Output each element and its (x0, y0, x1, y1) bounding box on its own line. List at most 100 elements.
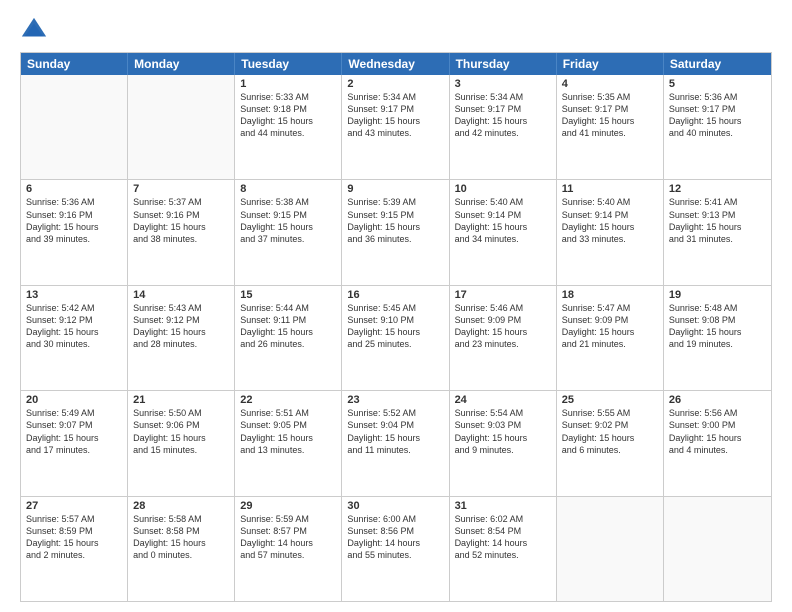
cell-line: Daylight: 15 hours (455, 115, 551, 127)
cell-line: Sunset: 9:09 PM (455, 314, 551, 326)
day-cell-15: 15Sunrise: 5:44 AMSunset: 9:11 PMDayligh… (235, 286, 342, 390)
cell-line: Daylight: 15 hours (455, 221, 551, 233)
day-number: 3 (455, 78, 551, 90)
day-number: 11 (562, 183, 658, 195)
logo (20, 16, 52, 44)
cell-line: Daylight: 14 hours (240, 537, 336, 549)
day-cell-2: 2Sunrise: 5:34 AMSunset: 9:17 PMDaylight… (342, 75, 449, 179)
cell-line: and 40 minutes. (669, 127, 766, 139)
cell-line: Sunrise: 5:45 AM (347, 302, 443, 314)
cell-line: Sunset: 9:17 PM (669, 103, 766, 115)
cell-line: Sunrise: 5:36 AM (669, 91, 766, 103)
day-cell-19: 19Sunrise: 5:48 AMSunset: 9:08 PMDayligh… (664, 286, 771, 390)
cell-line: and 34 minutes. (455, 233, 551, 245)
day-number: 26 (669, 394, 766, 406)
cell-line: Sunset: 8:54 PM (455, 525, 551, 537)
cell-line: Sunset: 9:08 PM (669, 314, 766, 326)
calendar-row-4: 27Sunrise: 5:57 AMSunset: 8:59 PMDayligh… (21, 496, 771, 601)
cell-line: Daylight: 15 hours (240, 326, 336, 338)
day-cell-5: 5Sunrise: 5:36 AMSunset: 9:17 PMDaylight… (664, 75, 771, 179)
day-number: 8 (240, 183, 336, 195)
cell-line: and 55 minutes. (347, 549, 443, 561)
day-cell-3: 3Sunrise: 5:34 AMSunset: 9:17 PMDaylight… (450, 75, 557, 179)
cell-line: and 57 minutes. (240, 549, 336, 561)
cell-line: Sunrise: 5:54 AM (455, 407, 551, 419)
cell-line: Sunset: 9:12 PM (133, 314, 229, 326)
header-day-wednesday: Wednesday (342, 53, 449, 75)
cell-line: Sunrise: 6:02 AM (455, 513, 551, 525)
empty-cell-0-0 (21, 75, 128, 179)
header-day-monday: Monday (128, 53, 235, 75)
cell-line: and 2 minutes. (26, 549, 122, 561)
cell-line: Sunset: 9:06 PM (133, 419, 229, 431)
cell-line: Sunset: 9:12 PM (26, 314, 122, 326)
cell-line: Sunset: 9:02 PM (562, 419, 658, 431)
cell-line: Daylight: 15 hours (562, 221, 658, 233)
day-cell-17: 17Sunrise: 5:46 AMSunset: 9:09 PMDayligh… (450, 286, 557, 390)
logo-icon (20, 16, 48, 44)
day-number: 9 (347, 183, 443, 195)
day-number: 27 (26, 500, 122, 512)
cell-line: Sunset: 9:00 PM (669, 419, 766, 431)
cell-line: Daylight: 15 hours (669, 432, 766, 444)
day-number: 14 (133, 289, 229, 301)
day-number: 6 (26, 183, 122, 195)
cell-line: Sunrise: 5:49 AM (26, 407, 122, 419)
day-number: 17 (455, 289, 551, 301)
day-number: 4 (562, 78, 658, 90)
cell-line: Sunrise: 5:58 AM (133, 513, 229, 525)
cell-line: Sunrise: 5:33 AM (240, 91, 336, 103)
day-cell-16: 16Sunrise: 5:45 AMSunset: 9:10 PMDayligh… (342, 286, 449, 390)
cell-line: Sunrise: 6:00 AM (347, 513, 443, 525)
cell-line: Sunrise: 5:50 AM (133, 407, 229, 419)
cell-line: Daylight: 15 hours (347, 432, 443, 444)
day-cell-1: 1Sunrise: 5:33 AMSunset: 9:18 PMDaylight… (235, 75, 342, 179)
cell-line: Sunset: 9:03 PM (455, 419, 551, 431)
cell-line: Sunset: 9:05 PM (240, 419, 336, 431)
day-number: 21 (133, 394, 229, 406)
cell-line: Daylight: 15 hours (26, 221, 122, 233)
cell-line: Sunrise: 5:46 AM (455, 302, 551, 314)
cell-line: Daylight: 15 hours (347, 115, 443, 127)
cell-line: Sunset: 9:07 PM (26, 419, 122, 431)
cell-line: Sunrise: 5:34 AM (347, 91, 443, 103)
day-cell-24: 24Sunrise: 5:54 AMSunset: 9:03 PMDayligh… (450, 391, 557, 495)
cell-line: Sunrise: 5:52 AM (347, 407, 443, 419)
cell-line: Sunset: 9:17 PM (347, 103, 443, 115)
day-cell-11: 11Sunrise: 5:40 AMSunset: 9:14 PMDayligh… (557, 180, 664, 284)
cell-line: Daylight: 14 hours (455, 537, 551, 549)
cell-line: and 13 minutes. (240, 444, 336, 456)
cell-line: Sunset: 9:14 PM (562, 209, 658, 221)
day-cell-9: 9Sunrise: 5:39 AMSunset: 9:15 PMDaylight… (342, 180, 449, 284)
cell-line: and 38 minutes. (133, 233, 229, 245)
cell-line: Sunset: 9:16 PM (133, 209, 229, 221)
calendar-body: 1Sunrise: 5:33 AMSunset: 9:18 PMDaylight… (21, 75, 771, 601)
cell-line: Daylight: 14 hours (347, 537, 443, 549)
cell-line: and 26 minutes. (240, 338, 336, 350)
cell-line: Sunrise: 5:44 AM (240, 302, 336, 314)
cell-line: Sunrise: 5:37 AM (133, 196, 229, 208)
cell-line: Daylight: 15 hours (240, 115, 336, 127)
day-number: 13 (26, 289, 122, 301)
cell-line: Sunset: 8:57 PM (240, 525, 336, 537)
day-number: 30 (347, 500, 443, 512)
day-number: 25 (562, 394, 658, 406)
cell-line: Daylight: 15 hours (133, 326, 229, 338)
cell-line: Sunset: 8:59 PM (26, 525, 122, 537)
cell-line: Sunset: 9:15 PM (347, 209, 443, 221)
cell-line: Sunset: 8:56 PM (347, 525, 443, 537)
cell-line: Sunset: 9:13 PM (669, 209, 766, 221)
cell-line: and 21 minutes. (562, 338, 658, 350)
calendar-row-1: 6Sunrise: 5:36 AMSunset: 9:16 PMDaylight… (21, 179, 771, 284)
cell-line: Sunrise: 5:34 AM (455, 91, 551, 103)
day-cell-21: 21Sunrise: 5:50 AMSunset: 9:06 PMDayligh… (128, 391, 235, 495)
cell-line: Sunrise: 5:40 AM (562, 196, 658, 208)
cell-line: Sunrise: 5:40 AM (455, 196, 551, 208)
cell-line: Sunrise: 5:38 AM (240, 196, 336, 208)
day-number: 22 (240, 394, 336, 406)
day-cell-26: 26Sunrise: 5:56 AMSunset: 9:00 PMDayligh… (664, 391, 771, 495)
day-cell-13: 13Sunrise: 5:42 AMSunset: 9:12 PMDayligh… (21, 286, 128, 390)
cell-line: Sunset: 9:11 PM (240, 314, 336, 326)
cell-line: and 44 minutes. (240, 127, 336, 139)
calendar-header: SundayMondayTuesdayWednesdayThursdayFrid… (21, 53, 771, 75)
